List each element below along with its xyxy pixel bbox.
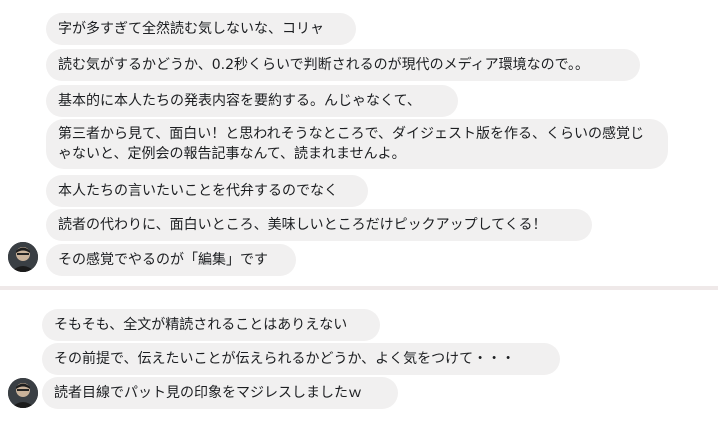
message-bubble[interactable]: その前提で、伝えたいことが伝えられるかどうか、よく気をつけて・・・ [42, 343, 560, 375]
user-photo-icon [8, 242, 38, 272]
user-photo-icon [8, 378, 38, 408]
message-thread-bottom: そもそも、全文が精読されることはありえない その前提で、伝えたいことが伝えられる… [0, 292, 718, 430]
message-bubble[interactable]: 読者の代わりに、面白いところ、美味しいところだけピックアップしてくる！ [46, 209, 592, 241]
message-bubble[interactable]: そもそも、全文が精読されることはありえない [42, 309, 380, 341]
avatar[interactable] [8, 378, 38, 408]
message-bubble[interactable]: 読む気がするかどうか、0.2秒くらいで判断されるのが現代のメディア環境なので。。 [46, 49, 640, 81]
message-bubble[interactable]: 字が多すぎて全然読む気しないな、コリャ [46, 13, 356, 45]
message-bubble[interactable]: 本人たちの言いたいことを代弁するのでなく [46, 175, 368, 207]
message-bubble[interactable]: 基本的に本人たちの発表内容を要約する。んじゃなくて、 [46, 85, 458, 117]
message-bubble[interactable]: その感覚でやるのが「編集」です [46, 244, 296, 276]
message-bubble[interactable]: 読者目線でパット見の印象をマジレスしましたｗ [42, 377, 398, 409]
divider [0, 286, 718, 290]
message-thread-top: 字が多すぎて全然読む気しないな、コリャ 読む気がするかどうか、0.2秒くらいで判… [0, 0, 718, 280]
avatar[interactable] [8, 242, 38, 272]
message-bubble[interactable]: 第三者から見て、面白い！と思われそうなところで、ダイジェスト版を作る、くらいの感… [46, 119, 668, 169]
